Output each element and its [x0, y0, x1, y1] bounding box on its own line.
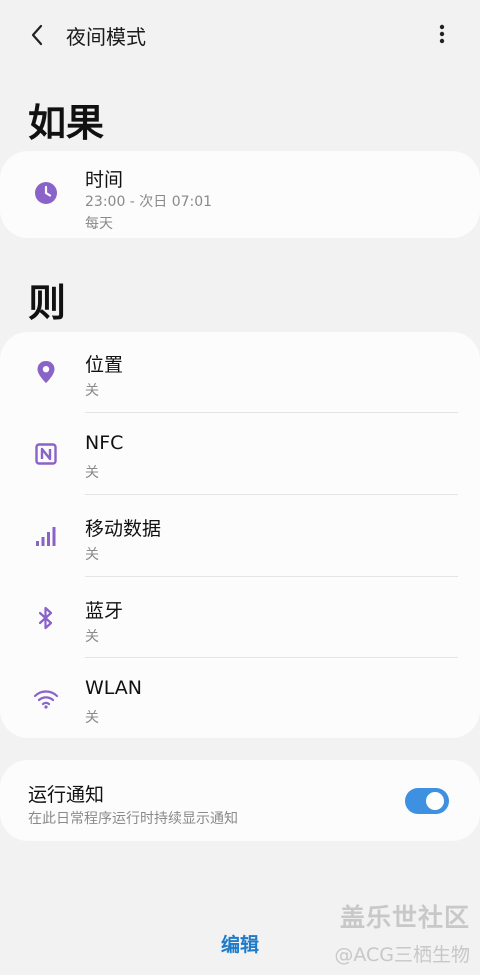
nfc-status: 关 [85, 465, 99, 481]
more-vertical-icon [439, 24, 445, 44]
watermark-line1: 盖乐世社区 [339, 903, 470, 932]
clock-icon [30, 177, 62, 209]
wifi-icon [30, 683, 62, 715]
nfc-title: NFC [85, 432, 124, 454]
bluetooth-title: 蓝牙 [85, 600, 124, 622]
time-title: 时间 [85, 169, 124, 191]
wlan-title: WLAN [85, 677, 143, 699]
notification-description: 在此日常程序运行时持续显示通知 [28, 811, 238, 827]
toggle-knob [424, 790, 446, 812]
action-row-bluetooth[interactable]: 蓝牙 关 [0, 578, 480, 660]
divider [85, 657, 458, 658]
location-pin-icon [30, 356, 62, 388]
mobile-data-title: 移动数据 [85, 518, 162, 540]
location-title: 位置 [85, 354, 124, 376]
bluetooth-status: 关 [85, 629, 99, 645]
action-row-mobile-data[interactable]: 移动数据 关 [0, 496, 480, 578]
signal-bars-icon [30, 520, 62, 552]
divider [85, 412, 458, 413]
divider [85, 494, 458, 495]
then-heading: 则 [28, 281, 67, 325]
notification-title: 运行通知 [28, 784, 105, 806]
watermark: 盖乐世社区 @ACG三栖生物 [334, 898, 470, 967]
chevron-left-icon [31, 24, 43, 46]
mobile-data-status: 关 [85, 547, 99, 563]
action-row-location[interactable]: 位置 关 [0, 332, 480, 414]
back-button[interactable] [22, 20, 52, 50]
watermark-line2: @ACG三栖生物 [334, 944, 470, 966]
if-heading: 如果 [28, 101, 105, 145]
if-card: 时间 23:00 - 次日 07:01 每天 [0, 151, 480, 238]
top-bar: 夜间模式 [0, 0, 480, 68]
wlan-status: 关 [85, 710, 99, 726]
time-condition-row[interactable]: 时间 23:00 - 次日 07:01 每天 [0, 153, 480, 235]
action-row-nfc[interactable]: NFC 关 [0, 414, 480, 496]
location-status: 关 [85, 383, 99, 399]
time-repeat: 每天 [85, 216, 113, 232]
time-range: 23:00 - 次日 07:01 [85, 194, 213, 210]
action-row-wlan[interactable]: WLAN 关 [0, 659, 480, 741]
notification-toggle[interactable] [405, 788, 449, 814]
then-card: 位置 关 NFC 关 移动数据 关 蓝牙 关 WLAN 关 [0, 332, 480, 738]
nfc-icon [30, 438, 62, 470]
page-title: 夜间模式 [66, 25, 146, 49]
bluetooth-icon [30, 602, 62, 634]
more-options-button[interactable] [428, 20, 456, 48]
edit-button[interactable]: 编辑 [200, 930, 280, 960]
run-notification-card[interactable]: 运行通知 在此日常程序运行时持续显示通知 [0, 760, 480, 841]
divider [85, 576, 458, 577]
